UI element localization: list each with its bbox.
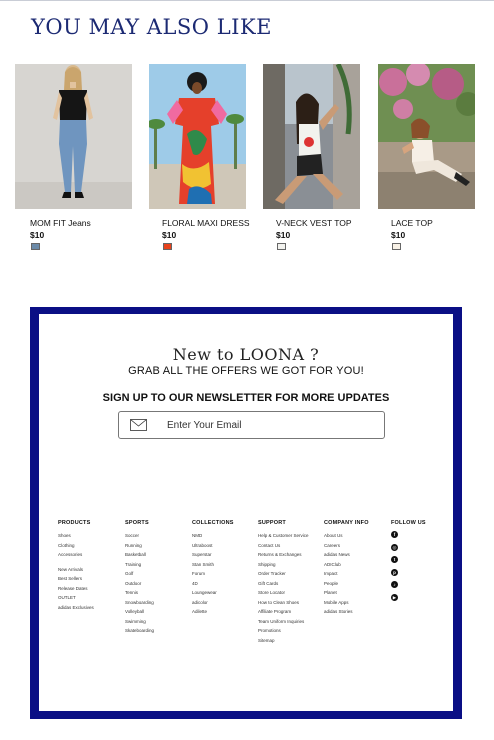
product-carousel: MOM FIT Jeans $10 FLORAL MAXI DRESS $10 … <box>15 64 479 264</box>
footer-link[interactable]: Soccer <box>125 531 154 541</box>
tiktok-icon[interactable]: ♪ <box>391 581 398 588</box>
footer-follow-column: FOLLOW US f ◎ t p ♪ ▶ <box>391 520 426 606</box>
footer-link[interactable]: Store Locator <box>258 588 309 598</box>
product-price: $10 <box>391 230 406 240</box>
footer-products-title: PRODUCTS <box>58 520 91 526</box>
product-image[interactable] <box>149 64 246 209</box>
envelope-icon <box>130 419 147 431</box>
product-name[interactable]: FLORAL MAXI DRESS <box>162 218 250 228</box>
footer-link[interactable]: Release Dates <box>58 584 94 594</box>
color-swatch[interactable] <box>277 243 286 250</box>
email-input[interactable] <box>167 418 367 432</box>
footer-collections-column: COLLECTIONS NMD Ultraboost Superstar Sta… <box>192 520 234 617</box>
twitter-icon[interactable]: t <box>391 556 398 563</box>
footer-link[interactable]: Volleyball <box>125 607 154 617</box>
footer-link[interactable]: Mobile Apps <box>324 598 369 608</box>
footer-link[interactable]: Sitemap <box>258 636 309 646</box>
color-swatch[interactable] <box>392 243 401 250</box>
product-card[interactable]: V-NECK VEST TOP $10 <box>263 64 360 264</box>
footer-link[interactable]: Clothing <box>58 541 94 551</box>
product-price: $10 <box>162 230 177 240</box>
footer-link[interactable]: 4D <box>192 579 234 589</box>
top-divider <box>0 0 494 1</box>
footer-link[interactable]: Help & Customer Service <box>258 531 309 541</box>
footer-link[interactable]: New Arrivals <box>58 565 94 575</box>
product-name[interactable]: LACE TOP <box>391 218 433 228</box>
newsletter-panel: New to LOONA ? GRAB ALL THE OFFERS WE GO… <box>30 307 462 719</box>
color-swatch[interactable] <box>31 243 40 250</box>
footer-link[interactable]: Returns & Exchanges <box>258 550 309 560</box>
product-image[interactable] <box>15 64 132 209</box>
product-image[interactable] <box>263 64 360 209</box>
youtube-icon[interactable]: ▶ <box>391 593 398 601</box>
product-card[interactable]: MOM FIT Jeans $10 <box>15 64 132 264</box>
instagram-icon[interactable]: ◎ <box>391 543 398 551</box>
footer-link[interactable]: NMD <box>192 531 234 541</box>
footer-company-title: COMPANY INFO <box>324 520 369 526</box>
footer-link[interactable]: Affiliate Program <box>258 607 309 617</box>
newsletter-title: New to LOONA ? <box>172 345 320 364</box>
footer-collections-title: COLLECTIONS <box>192 520 234 526</box>
footer-link[interactable]: Outdoor <box>125 579 154 589</box>
footer-link[interactable]: Careers <box>324 541 369 551</box>
product-card[interactable]: LACE TOP $10 <box>378 64 475 264</box>
footer-link[interactable]: About Us <box>324 531 369 541</box>
product-name[interactable]: V-NECK VEST TOP <box>276 218 352 228</box>
footer-link[interactable]: Gift Cards <box>258 579 309 589</box>
footer-link[interactable]: Ultraboost <box>192 541 234 551</box>
footer-link[interactable]: Promotions <box>258 626 309 636</box>
newsletter-cta: SIGN UP TO OUR NEWSLETTER FOR MORE UPDAT… <box>102 392 390 404</box>
product-name[interactable]: MOM FIT Jeans <box>30 218 91 228</box>
footer-link[interactable]: Contact Us <box>258 541 309 551</box>
footer-sports-column: SPORTS Soccer Running Basketball Trainin… <box>125 520 154 636</box>
footer-products-column: PRODUCTS Shoes Clothing Accessories New … <box>58 520 94 612</box>
footer-support-column: SUPPORT Help & Customer Service Contact … <box>258 520 309 645</box>
footer-link[interactable]: adicolor <box>192 598 234 608</box>
footer-link[interactable]: OUTLET <box>58 593 94 603</box>
footer-link[interactable]: ADIClub <box>324 560 369 570</box>
footer-company-column: COMPANY INFO About Us Careers adidas New… <box>324 520 369 617</box>
footer-link[interactable]: Running <box>125 541 154 551</box>
pinterest-icon[interactable]: p <box>391 568 398 576</box>
product-price: $10 <box>30 230 45 240</box>
footer-link[interactable]: adidas Stories <box>324 607 369 617</box>
footer-link[interactable]: adidas Exclusives <box>58 603 94 613</box>
newsletter-subtitle: GRAB ALL THE OFFERS WE GOT FOR YOU! <box>128 365 364 377</box>
footer-link[interactable]: Tennis <box>125 588 154 598</box>
section-heading: YOU MAY ALSO LIKE <box>31 15 272 39</box>
footer-link[interactable]: Accessories <box>58 550 94 560</box>
facebook-icon[interactable]: f <box>391 531 398 538</box>
email-field[interactable] <box>118 411 385 439</box>
footer-link[interactable]: Team Uniform Inquiries <box>258 617 309 627</box>
footer-link[interactable]: Forum <box>192 569 234 579</box>
footer-link[interactable]: Best Sellers <box>58 574 94 584</box>
footer-link[interactable]: Shoes <box>58 531 94 541</box>
footer-link[interactable]: Swimming <box>125 617 154 627</box>
footer-link[interactable]: adidas News <box>324 550 369 560</box>
footer-sports-title: SPORTS <box>125 520 149 526</box>
color-swatch[interactable] <box>163 243 172 250</box>
product-price: $10 <box>276 230 291 240</box>
footer-link[interactable]: Training <box>125 560 154 570</box>
footer-link[interactable]: Loungewear <box>192 588 234 598</box>
product-card[interactable]: FLORAL MAXI DRESS $10 <box>149 64 250 264</box>
footer-link[interactable]: Basketball <box>125 550 154 560</box>
footer-link[interactable]: Skateboarding <box>125 626 154 636</box>
footer-link[interactable]: How to Clean Shoes <box>258 598 309 608</box>
product-image[interactable] <box>378 64 475 209</box>
footer-link[interactable]: Stan Smith <box>192 560 234 570</box>
footer-support-title: SUPPORT <box>258 520 286 526</box>
footer-link[interactable]: Adilette <box>192 607 234 617</box>
footer-link[interactable]: Superstar <box>192 550 234 560</box>
footer-link[interactable]: Order Tracker <box>258 569 309 579</box>
footer-link[interactable]: People <box>324 579 369 589</box>
footer-link[interactable]: Impact <box>324 569 369 579</box>
footer-follow-title: FOLLOW US <box>391 520 426 526</box>
footer-link[interactable]: Golf <box>125 569 154 579</box>
footer-link[interactable]: Snowboarding <box>125 598 154 608</box>
footer-link[interactable]: Planet <box>324 588 369 598</box>
footer-link[interactable]: Shipping <box>258 560 309 570</box>
